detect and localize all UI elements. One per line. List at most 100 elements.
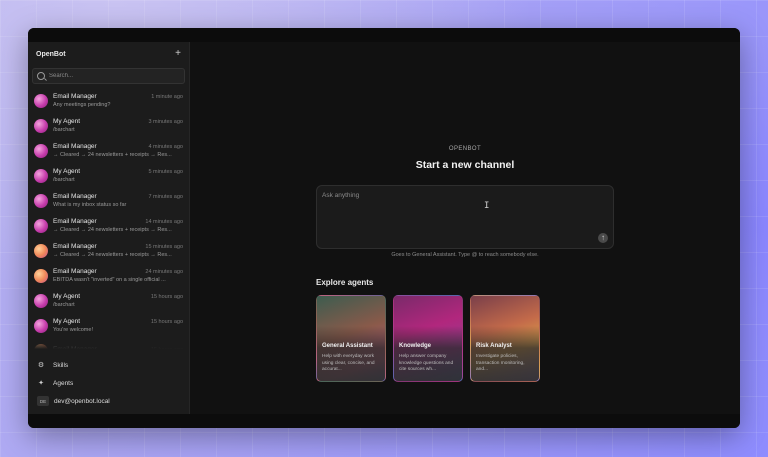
agent-card-risk-analyst[interactable]: Risk Analyst Investigate policies, trans… bbox=[470, 295, 540, 382]
conversation-name: My Agent bbox=[53, 318, 81, 325]
list-item-header: Email Manager 14 minutes ago bbox=[53, 218, 183, 225]
page-title: Start a new channel bbox=[415, 159, 515, 171]
avatar bbox=[34, 193, 48, 208]
conversation-time: 24 minutes ago bbox=[145, 269, 183, 275]
list-item-body: My Agent 3 minutes ago/barchart bbox=[53, 118, 183, 133]
sidebar-item-skills[interactable]: ⚙ Skills bbox=[28, 356, 189, 374]
conversation-name: My Agent bbox=[53, 118, 81, 125]
avatar bbox=[34, 293, 48, 308]
conversation-time: 15 hours ago bbox=[150, 319, 183, 325]
agent-card-title: Risk Analyst bbox=[476, 343, 512, 349]
list-item-header: Email Manager 4 minutes ago bbox=[53, 143, 183, 150]
sidebar: OpenBot + Email Manager 1 minute ago Any m… bbox=[28, 42, 190, 414]
list-item[interactable]: Email Manager 15 minutes ago → Cleared → 2… bbox=[28, 238, 189, 263]
agent-card-title: General Assistant bbox=[322, 343, 373, 349]
search-input[interactable] bbox=[49, 73, 169, 79]
list-item-header: My Agent 15 hours ago bbox=[53, 293, 183, 300]
conversation-time: 15 hours ago bbox=[151, 347, 183, 349]
conversation-name: Email Manager bbox=[53, 93, 97, 100]
text-cursor-icon: I bbox=[484, 201, 490, 211]
sparkle-icon: ✦ bbox=[38, 380, 44, 387]
conversation-name: Email Manager bbox=[53, 243, 97, 250]
list-item-body: My Agent 15 hours ago/barchart bbox=[53, 293, 183, 308]
avatar bbox=[34, 268, 48, 283]
conversation-time: 3 minutes ago bbox=[148, 119, 183, 125]
list-item[interactable]: My Agent 5 minutes ago/barchart bbox=[28, 163, 189, 188]
main-panel: OPENBOT Start a new channel I ↑ Goes to … bbox=[190, 42, 740, 414]
conversation-list[interactable]: Email Manager 1 minute ago Any meetings pe… bbox=[28, 88, 189, 349]
conversation-preview: → Cleared → 24 newsletters + receipts → … bbox=[53, 252, 172, 258]
conversation-name: Email Manager bbox=[53, 143, 97, 150]
conversation-preview: What is my inbox status so far bbox=[53, 202, 127, 208]
conversation-time: 1 minute ago bbox=[151, 94, 183, 100]
user-account[interactable]: DE dev@openbot.local bbox=[28, 392, 189, 410]
avatar bbox=[34, 343, 48, 349]
list-item[interactable]: Email Manager 4 minutes ago → Cleared → 24… bbox=[28, 138, 189, 163]
search-box[interactable] bbox=[32, 68, 185, 84]
sidebar-footer: ⚙ Skills ✦ Agents DE dev@openbot.local bbox=[28, 356, 189, 414]
list-item-body: My Agent 15 hours ago You're welcome! bbox=[53, 318, 183, 333]
agent-card-title: Knowledge bbox=[399, 343, 432, 349]
agent-card-general-assistant[interactable]: General Assistant Help with everyday wor… bbox=[316, 295, 386, 382]
list-item[interactable]: Email Manager 7 minutes ago What is my inb… bbox=[28, 188, 189, 213]
sidebar-header: OpenBot + bbox=[28, 42, 189, 66]
list-item[interactable]: My Agent 15 hours ago You're welcome! bbox=[28, 313, 189, 338]
list-item[interactable]: Email Manager 14 minutes ago → Cleared → 2… bbox=[28, 213, 189, 238]
list-item-body: Email Manager 7 minutes ago What is my inb… bbox=[53, 193, 183, 208]
sidebar-item-agents[interactable]: ✦ Agents bbox=[28, 374, 189, 392]
conversation-time: 7 minutes ago bbox=[148, 194, 183, 200]
avatar bbox=[34, 318, 48, 333]
search-icon bbox=[37, 72, 45, 80]
conversation-time: 14 minutes ago bbox=[145, 219, 183, 225]
conversation-name: Email Manager bbox=[53, 193, 97, 200]
agent-card-desc: Investigate policies, transaction monito… bbox=[476, 354, 525, 372]
avatar: DE bbox=[37, 396, 49, 406]
plus-icon[interactable]: + bbox=[175, 49, 181, 59]
list-item[interactable]: Email Manager 15 hours ago bbox=[28, 338, 189, 349]
conversation-name: Email Manager bbox=[53, 218, 97, 225]
user-email: dev@openbot.local bbox=[54, 397, 110, 405]
agent-card-knowledge[interactable]: Knowledge Help answer company knowledge … bbox=[393, 295, 463, 382]
explore-agents-title: Explore agents bbox=[316, 278, 374, 287]
list-item-header: My Agent 3 minutes ago bbox=[53, 118, 183, 125]
composer[interactable]: I ↑ bbox=[316, 185, 614, 249]
brand-eyebrow: OPENBOT bbox=[448, 146, 482, 152]
list-item-header: Email Manager 7 minutes ago bbox=[53, 193, 183, 200]
list-item-body: Email Manager 1 minute ago Any meetings pe… bbox=[53, 93, 183, 108]
agent-card-desc: Help answer company knowledge questions … bbox=[399, 354, 454, 372]
conversation-time: 4 minutes ago bbox=[148, 144, 183, 150]
agent-cards: General Assistant Help with everyday wor… bbox=[316, 295, 547, 382]
conversation-name: My Agent bbox=[53, 293, 81, 300]
composer-hint: Goes to General Assistant. Type @ to rea… bbox=[391, 252, 539, 258]
list-item-body: Email Manager 15 hours ago bbox=[53, 346, 183, 349]
conversation-preview: → Cleared → 24 newsletters + receipts → … bbox=[53, 152, 172, 158]
conversation-preview: Any meetings pending? bbox=[53, 102, 111, 108]
avatar bbox=[34, 118, 48, 133]
list-item-header: Email Manager 15 minutes ago bbox=[53, 243, 183, 250]
conversation-name: My Agent bbox=[53, 168, 81, 175]
skills-label: Skills bbox=[53, 361, 69, 369]
agent-card-desc: Help with everyday work using clear, con… bbox=[322, 354, 375, 372]
avatar bbox=[34, 93, 48, 108]
conversation-time: 15 hours ago bbox=[150, 294, 183, 300]
conversation-preview: /barchart bbox=[53, 177, 75, 183]
conversation-preview: → Cleared → 24 newsletters + receipts → … bbox=[53, 227, 172, 233]
conversation-time: 15 minutes ago bbox=[145, 244, 183, 250]
list-item-body: Email Manager 4 minutes ago → Cleared → 24… bbox=[53, 143, 183, 158]
list-item-body: My Agent 5 minutes ago/barchart bbox=[53, 168, 183, 183]
avatar bbox=[34, 143, 48, 158]
list-item-header: Email Manager 1 minute ago bbox=[53, 93, 183, 100]
skills-icon: ⚙ bbox=[37, 362, 45, 369]
list-item[interactable]: Email Manager 1 minute ago Any meetings pe… bbox=[28, 88, 189, 113]
conversation-time: 5 minutes ago bbox=[148, 169, 183, 175]
list-item[interactable]: Email Manager 24 minutes ago EBITDA wasn't… bbox=[28, 263, 189, 288]
title-bar bbox=[28, 28, 740, 42]
message-input[interactable] bbox=[322, 192, 592, 222]
send-button[interactable]: ↑ bbox=[598, 233, 608, 243]
avatar bbox=[34, 168, 48, 183]
bottom-bar bbox=[28, 414, 740, 428]
list-item-header: Email Manager 15 hours ago bbox=[53, 346, 183, 349]
list-item[interactable]: My Agent 3 minutes ago/barchart bbox=[28, 113, 189, 138]
list-item[interactable]: My Agent 15 hours ago/barchart bbox=[28, 288, 189, 313]
list-item-header: My Agent 15 hours ago bbox=[53, 318, 183, 325]
